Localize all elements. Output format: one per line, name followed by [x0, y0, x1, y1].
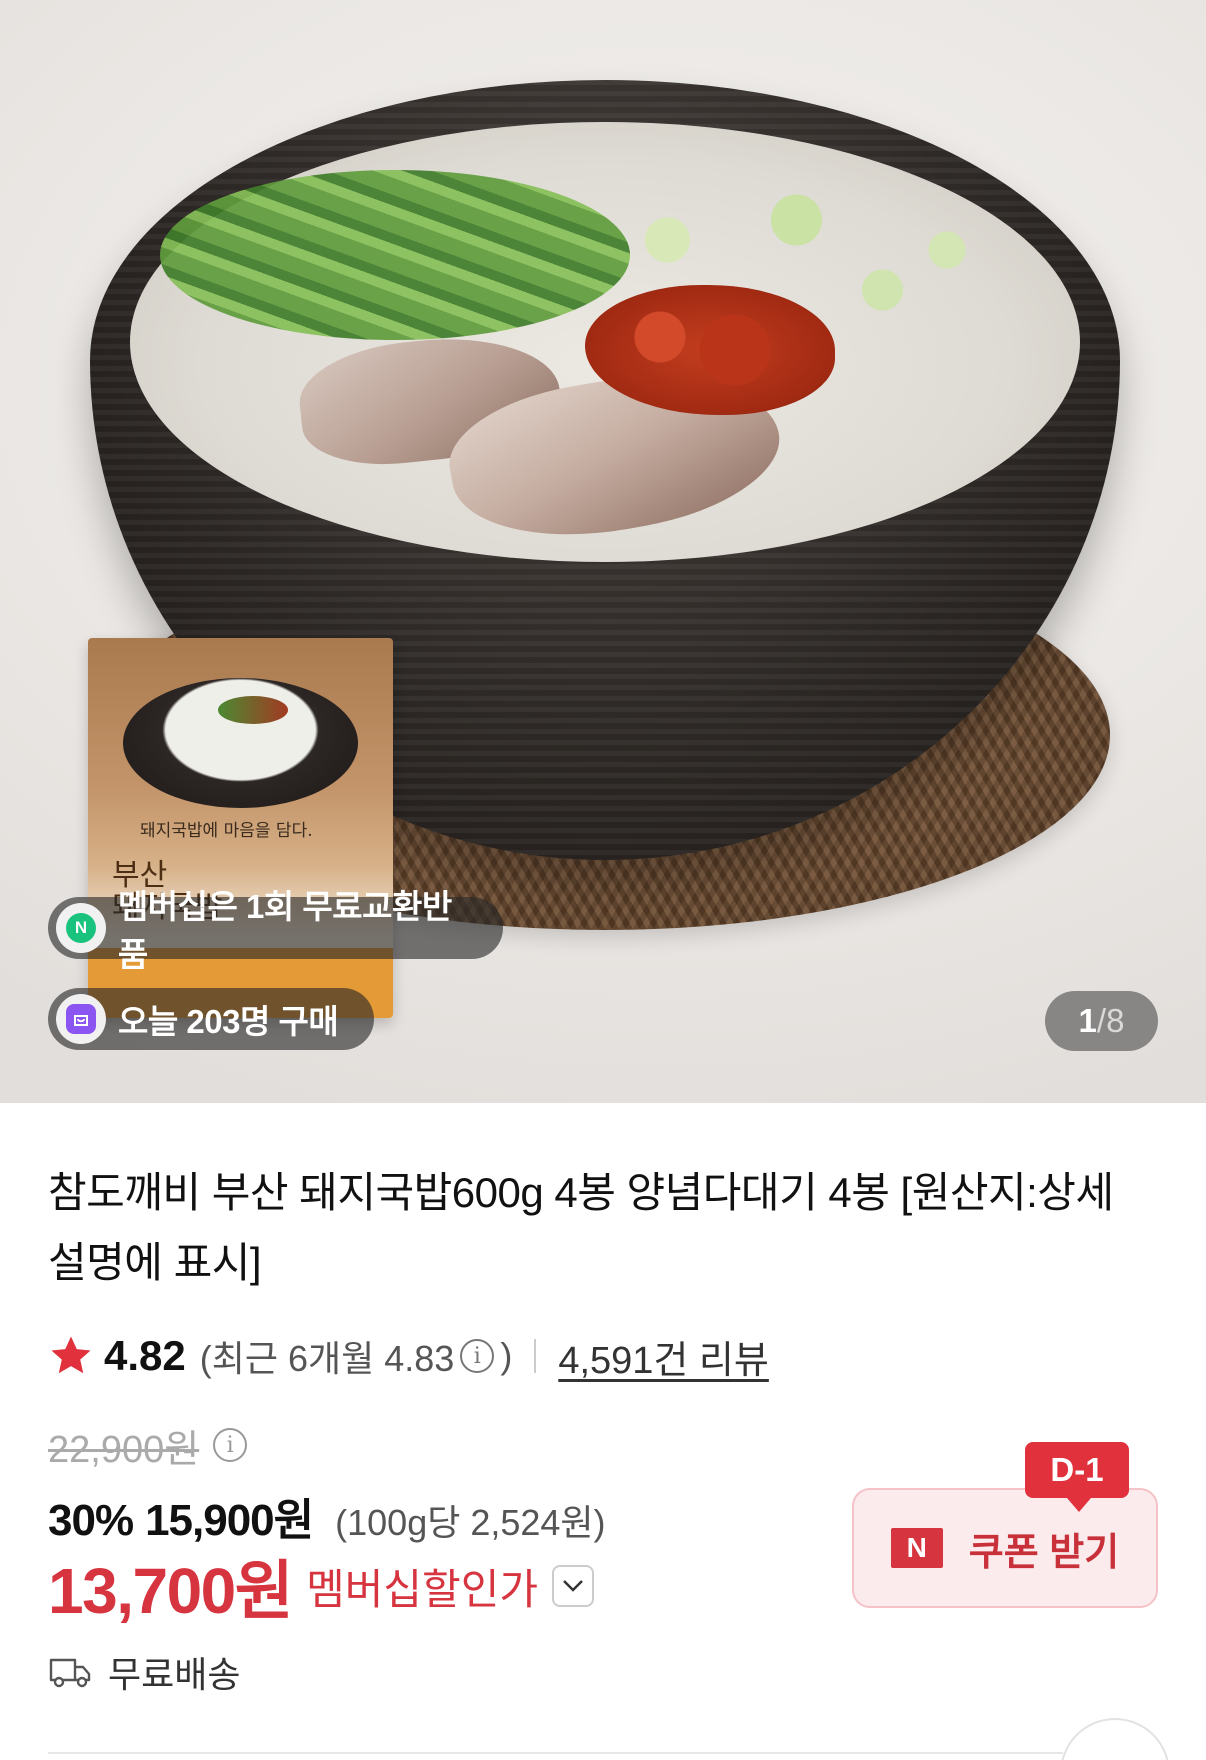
n-coupon-icon: N: [890, 1528, 943, 1568]
coupon-area: N 쿠폰 받기 D-1: [852, 1442, 1158, 1608]
image-counter-separator: /: [1096, 1002, 1107, 1039]
rating-value: 4.82: [104, 1332, 186, 1379]
coupon-button[interactable]: N 쿠폰 받기: [852, 1488, 1158, 1608]
truck-icon: [49, 1658, 91, 1688]
sale-price: 15,900원: [145, 1496, 314, 1545]
unit-price: (100g당 2,524원): [335, 1502, 606, 1543]
chevron-down-icon[interactable]: [551, 1565, 594, 1607]
coupon-label: 쿠폰 받기: [968, 1531, 1120, 1574]
member-price-row: 13,700원 멤버십할인가: [48, 1548, 594, 1627]
price-info-icon[interactable]: i: [213, 1428, 248, 1462]
membership-badge-text: 멤버십은 1회 무료교환반품: [117, 888, 452, 973]
section-divider: [48, 1752, 1063, 1754]
star-icon: [51, 1336, 91, 1374]
shipping-row: 무료배송: [48, 1647, 240, 1697]
product-image[interactable]: 돼지국밥에 마음을 담다. 부산 돼지국밥 N 멤버십은 1회 무료교환반품 오…: [0, 0, 1206, 1103]
recent-rating-close: ): [500, 1335, 513, 1376]
membership-badge: N 멤버십은 1회 무료교환반품: [48, 888, 503, 973]
package-tagline: 돼지국밥에 마음을 담다.: [140, 821, 313, 841]
reviews-link[interactable]: 4,591건 리뷰: [558, 1329, 769, 1384]
divider: [534, 1339, 537, 1373]
share-button[interactable]: [1060, 1718, 1170, 1760]
sale-price-row: 30% 15,900원 (100g당 2,524원): [48, 1484, 606, 1545]
product-title: 참도깨비 부산 돼지국밥600g 4봉 양념다대기 4봉 [원산지:상세설명에 …: [48, 1169, 1114, 1286]
n-membership-icon: N: [56, 903, 106, 953]
chive-garnish: [160, 170, 630, 340]
image-counter-current: 1: [1078, 1002, 1097, 1039]
purchase-count-badge: 오늘 203명 구매: [48, 988, 374, 1050]
recent-rating: (최근 6개월 4.83: [199, 1338, 455, 1379]
package-garnish: [218, 696, 288, 724]
shipping-text: 무료배송: [108, 1654, 241, 1695]
member-price: 13,700원: [48, 1555, 294, 1627]
shopping-bag-icon: [56, 994, 106, 1044]
rating-row: 4.82 (최근 6개월 4.83 i ) 4,591건 리뷰: [48, 1328, 769, 1384]
dday-badge: D-1: [1025, 1442, 1129, 1512]
image-counter: 1 / 8: [1045, 991, 1158, 1051]
original-price: 22,900원: [48, 1428, 200, 1471]
original-price-row: 22,900원 i: [48, 1420, 253, 1471]
purchase-count-text: 오늘 203명 구매: [118, 1003, 339, 1040]
info-icon[interactable]: i: [460, 1339, 495, 1373]
discount-rate: 30%: [48, 1496, 134, 1545]
image-counter-total: 8: [1106, 1002, 1125, 1039]
member-price-label: 멤버십할인가: [306, 1565, 538, 1613]
